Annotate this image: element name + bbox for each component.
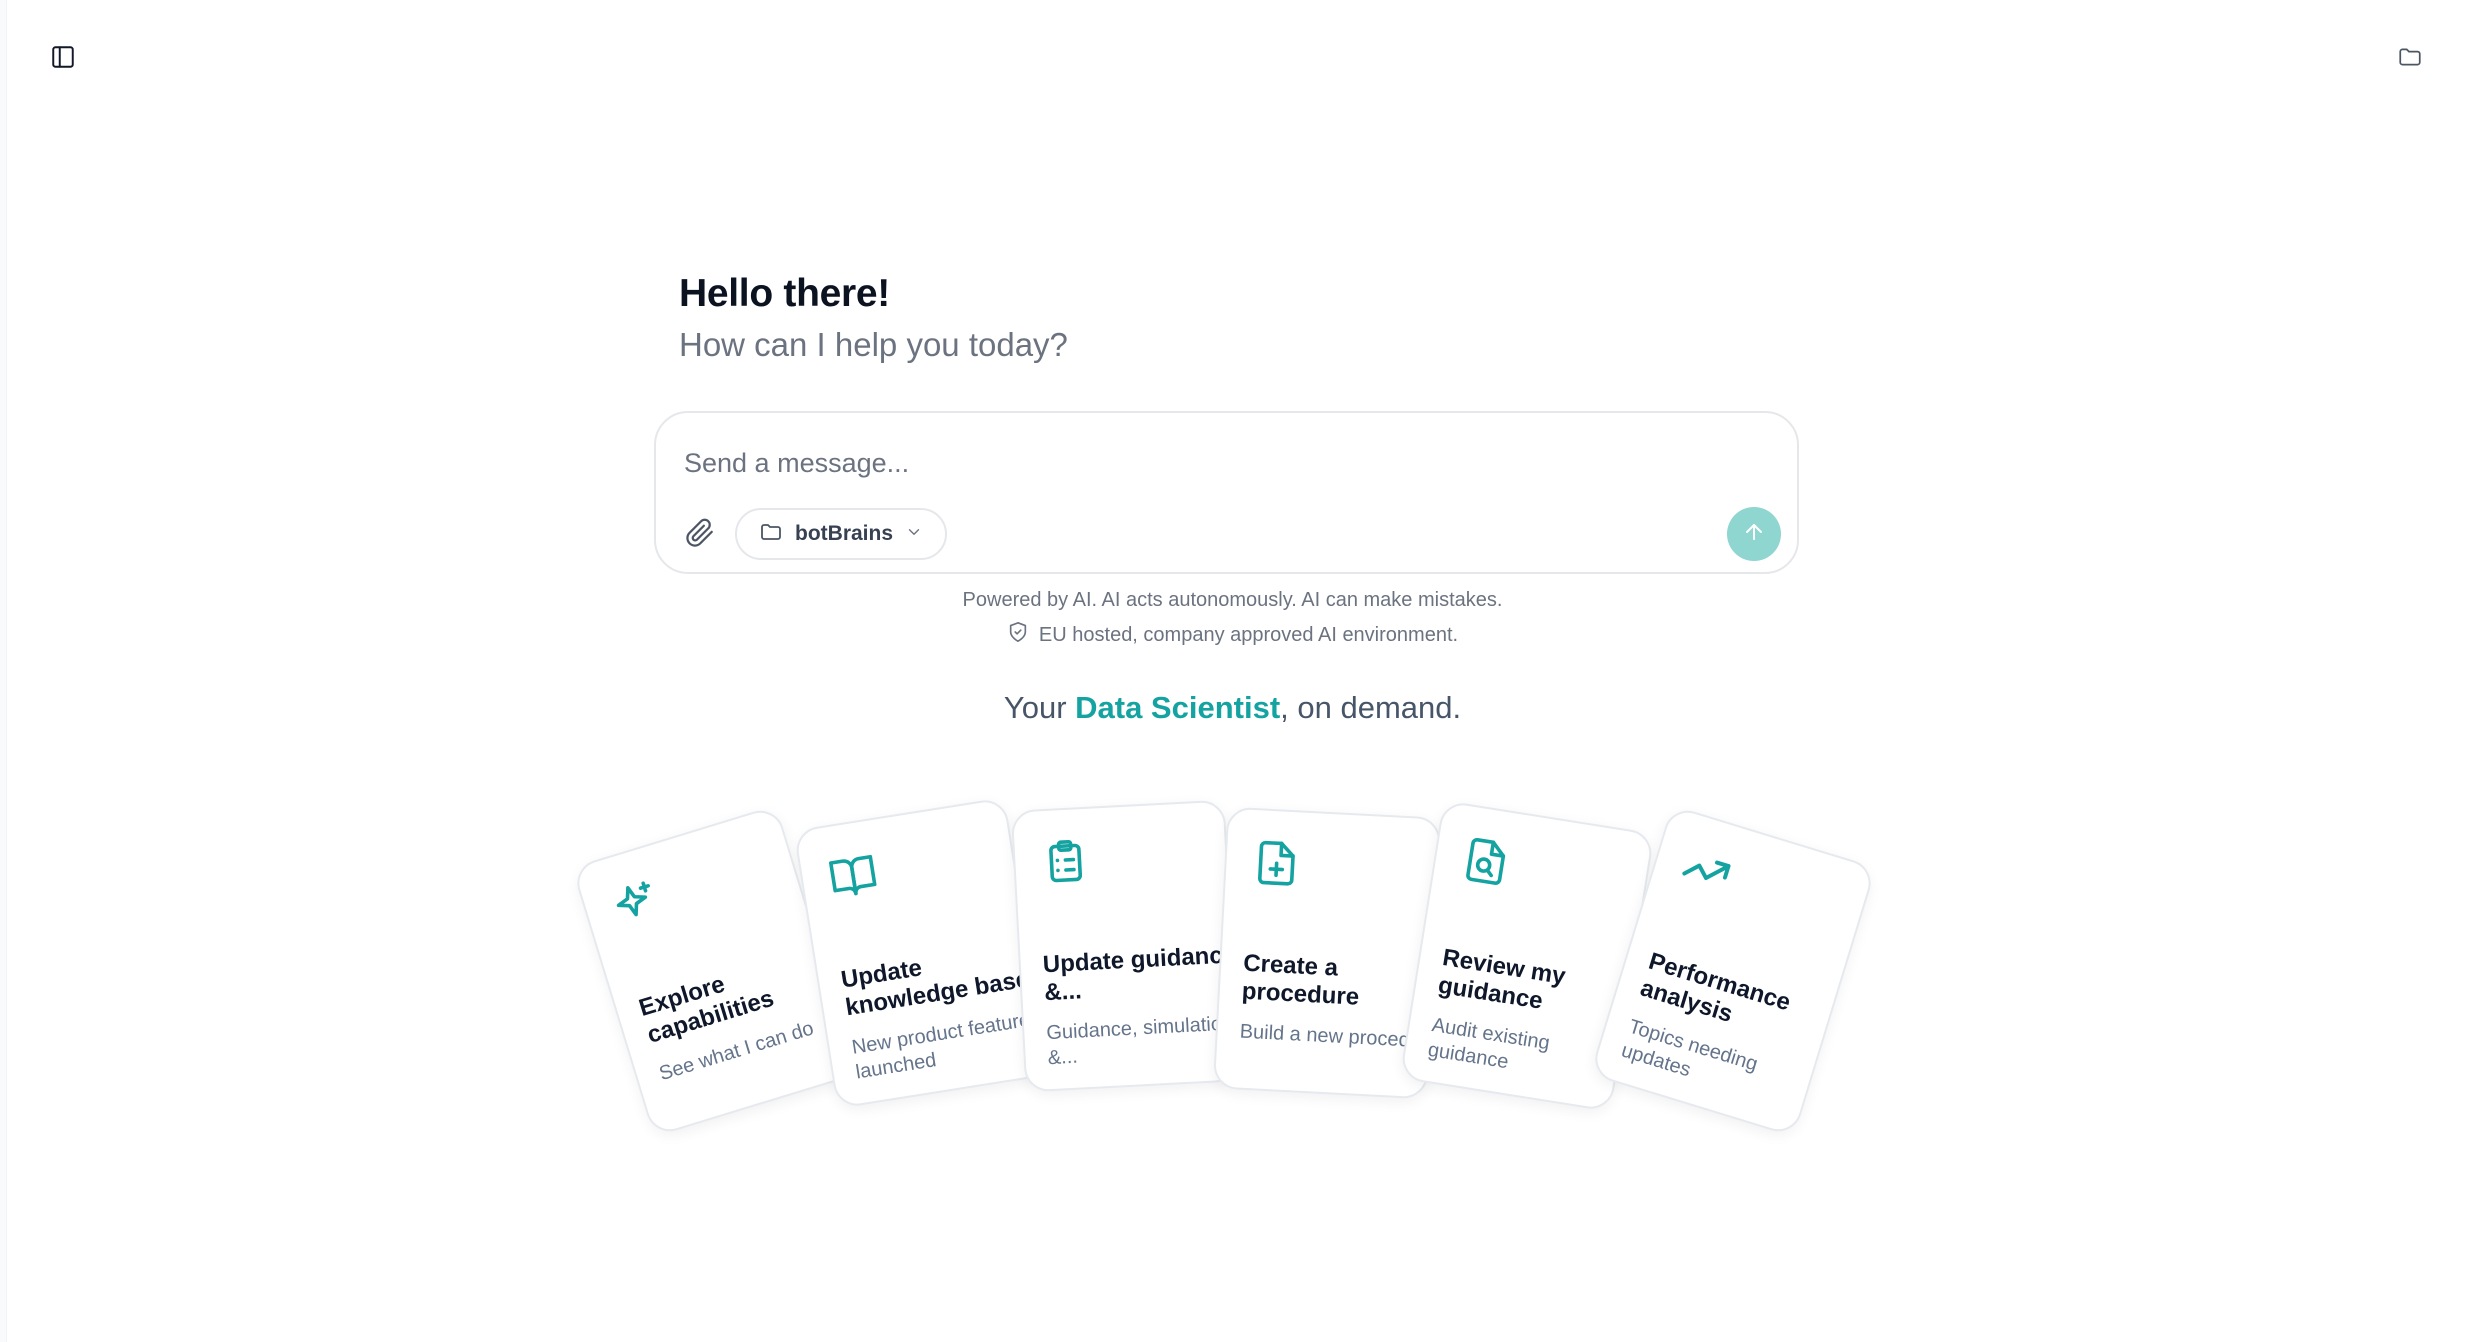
folder-icon — [2397, 44, 2423, 75]
folder-select-label: botBrains — [795, 522, 894, 545]
clipboard-list-icon — [1040, 837, 1090, 887]
folder-icon — [759, 520, 783, 549]
folder-button[interactable] — [2389, 38, 2431, 80]
message-composer: botBrains — [654, 411, 1799, 574]
hosting-notice-text: EU hosted, company approved AI environme… — [1038, 623, 1459, 646]
file-search-icon — [1459, 834, 1514, 889]
tagline-suffix: , on demand. — [1280, 690, 1462, 725]
card-update-guidance[interactable]: Update guidance &... Guidance, simulatio… — [1010, 799, 1240, 1093]
greeting-subtitle: How can I help you today? — [679, 326, 1068, 363]
paperclip-icon — [685, 518, 715, 553]
ai-disclaimer: Powered by AI. AI acts autonomously. AI … — [962, 589, 1503, 611]
book-open-icon — [826, 848, 881, 903]
chevron-down-icon — [905, 523, 923, 546]
sparkles-icon — [607, 874, 667, 934]
sidebar-toggle-button[interactable] — [42, 38, 84, 80]
tagline-highlight: Data Scientist — [1075, 690, 1281, 725]
tagline-prefix: Your — [1003, 690, 1076, 725]
sidebar-panel-icon — [50, 44, 76, 75]
attach-button[interactable] — [678, 513, 722, 557]
tagline: Your Data Scientist, on demand. — [0, 690, 2465, 726]
hosting-notice: EU hosted, company approved AI environme… — [0, 621, 2465, 649]
greeting-title: Hello there! — [679, 272, 890, 315]
card-update-knowledge-base[interactable]: Update knowledge base New product featur… — [793, 796, 1049, 1110]
send-button[interactable] — [1727, 507, 1781, 561]
trending-up-icon — [1676, 842, 1736, 902]
shield-check-icon — [1007, 621, 1029, 649]
greeting: Hello there! How can I help you today? — [679, 272, 1068, 364]
arrow-up-icon — [1742, 520, 1766, 549]
folder-select[interactable]: botBrains — [735, 508, 948, 560]
card-title: Update guidance &... — [1042, 941, 1237, 1007]
message-input[interactable] — [682, 437, 1766, 489]
file-plus-icon — [1251, 838, 1301, 888]
sidebar-edge — [0, 0, 7, 1342]
card-subtitle: Guidance, simulations &... — [1045, 1011, 1240, 1070]
